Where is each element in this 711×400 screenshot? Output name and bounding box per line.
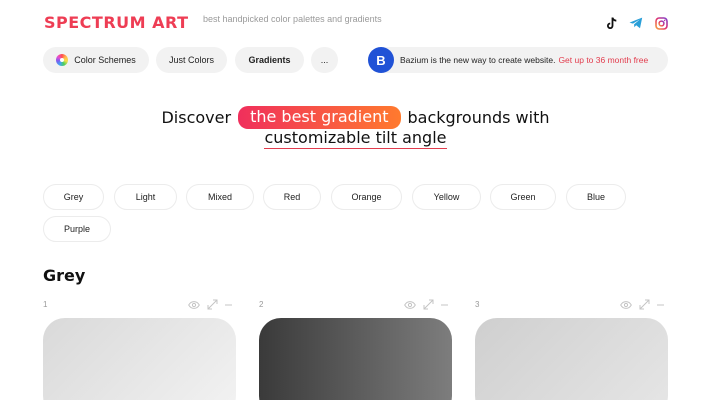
filter-orange[interactable]: Orange <box>331 184 402 210</box>
hero-before: Discover <box>161 108 232 127</box>
site-tagline: best handpicked color palettes and gradi… <box>203 14 382 24</box>
instagram-icon[interactable] <box>654 16 668 30</box>
nav-just-colors[interactable]: Just Colors <box>156 47 227 73</box>
bazium-logo: B <box>368 47 394 73</box>
card-number: 2 <box>259 300 264 309</box>
filter-blue[interactable]: Blue <box>566 184 626 210</box>
filter-yellow[interactable]: Yellow <box>412 184 481 210</box>
filter-light[interactable]: Light <box>114 184 177 210</box>
telegram-icon[interactable] <box>629 16 643 30</box>
gradient-card[interactable] <box>43 318 236 400</box>
minus-icon[interactable] <box>225 304 232 306</box>
minus-icon[interactable] <box>657 304 664 306</box>
tilt-angle-icon[interactable] <box>423 299 434 310</box>
card-tools <box>188 299 232 310</box>
hero-line-2: customizable tilt angle <box>0 128 711 149</box>
eye-icon[interactable] <box>188 300 200 309</box>
hero-after: backgrounds with <box>407 108 550 127</box>
tiktok-icon[interactable] <box>605 16 619 30</box>
hero-line-1: Discover the best gradient backgrounds w… <box>0 106 711 129</box>
card-tools <box>620 299 664 310</box>
card-number: 3 <box>475 300 480 309</box>
minus-icon[interactable] <box>441 304 448 306</box>
promo-link[interactable]: Get up to 36 month free <box>558 55 648 65</box>
nav-gradients[interactable]: Gradients <box>235 47 304 73</box>
card-tools <box>404 299 448 310</box>
gradient-card[interactable] <box>475 318 668 400</box>
nav-more[interactable]: ... <box>311 47 338 73</box>
promo-banner[interactable]: B Bazium is the new way to create websit… <box>368 47 668 73</box>
promo-text: Bazium is the new way to create website. <box>400 55 556 65</box>
gradient-card[interactable] <box>259 318 452 400</box>
card-number: 1 <box>43 300 48 309</box>
filter-grey[interactable]: Grey <box>43 184 104 210</box>
nav-color-schemes-label: Color Schemes <box>74 55 136 65</box>
nav-color-schemes[interactable]: Color Schemes <box>43 47 149 73</box>
filter-red[interactable]: Red <box>263 184 321 210</box>
eye-icon[interactable] <box>404 300 416 309</box>
hero-line-2-text: customizable tilt angle <box>264 128 447 149</box>
filter-mixed[interactable]: Mixed <box>186 184 254 210</box>
hero-highlight: the best gradient <box>238 106 401 129</box>
color-wheel-icon <box>56 54 69 66</box>
filter-green[interactable]: Green <box>490 184 556 210</box>
eye-icon[interactable] <box>620 300 632 309</box>
section-title: Grey <box>43 266 86 285</box>
tilt-angle-icon[interactable] <box>207 299 218 310</box>
tilt-angle-icon[interactable] <box>639 299 650 310</box>
filter-purple[interactable]: Purple <box>43 216 111 242</box>
site-logo[interactable]: SPECTRUM ART <box>44 13 189 32</box>
